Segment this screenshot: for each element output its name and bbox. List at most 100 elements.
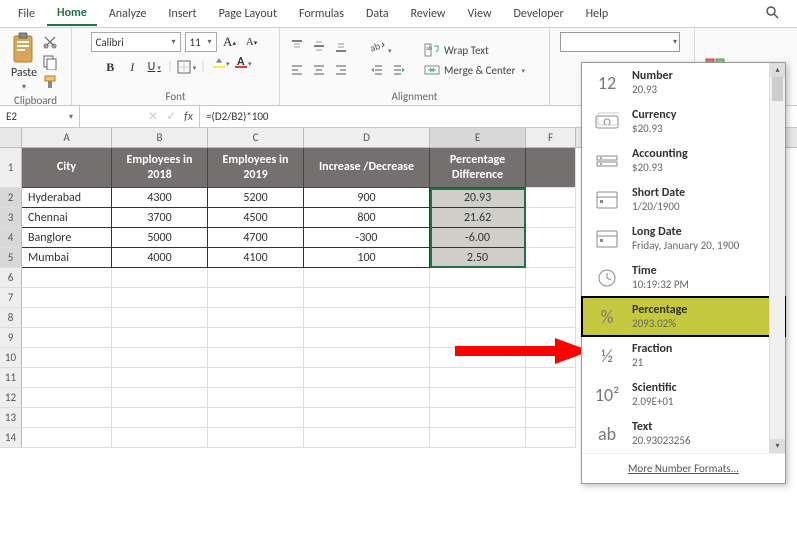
cell-diff[interactable]: -300	[304, 228, 430, 248]
increase-indent-icon[interactable]	[392, 63, 406, 81]
row-header-13[interactable]: 13	[0, 408, 22, 428]
cell-city[interactable]: Banglore	[22, 228, 112, 248]
row-header-9[interactable]: 9	[0, 328, 22, 348]
cell-emp2018[interactable]: 4000	[112, 248, 208, 268]
header-pct[interactable]: Percentage Difference	[430, 148, 526, 188]
col-header-a[interactable]: A	[22, 128, 112, 147]
cell-pct[interactable]: 20.93	[430, 188, 526, 208]
wrap-text-button[interactable]: abWrap Text	[424, 43, 525, 57]
row-header-11[interactable]: 11	[0, 368, 22, 388]
row-header-5[interactable]: 5	[0, 248, 22, 268]
menu-analyze[interactable]: Analyze	[99, 3, 157, 25]
cell-diff[interactable]: 100	[304, 248, 430, 268]
cell-emp2018[interactable]: 4300	[112, 188, 208, 208]
row-header-14[interactable]: 14	[0, 428, 22, 448]
font-color-button[interactable]: A▾	[232, 58, 250, 76]
font-name-select[interactable]: Calibri▾	[91, 32, 181, 52]
col-header-c[interactable]: C	[208, 128, 304, 147]
menu-insert[interactable]: Insert	[158, 3, 206, 25]
number-format-currency[interactable]: Currency$20.93	[582, 102, 785, 141]
cell-emp2019[interactable]: 4500	[208, 208, 304, 228]
menu-page-layout[interactable]: Page Layout	[209, 3, 287, 25]
cell-emp2019[interactable]: 4100	[208, 248, 304, 268]
number-format-number[interactable]: 12Number20.93	[582, 63, 785, 102]
format-painter-icon[interactable]	[42, 74, 58, 90]
row-header-2[interactable]: 2	[0, 188, 22, 208]
menu-view[interactable]: View	[457, 3, 501, 25]
row-header-6[interactable]: 6	[0, 268, 22, 288]
number-format-select[interactable]: ▾	[560, 32, 680, 52]
row-header-12[interactable]: 12	[0, 388, 22, 408]
align-left-icon[interactable]	[290, 63, 304, 81]
cell-emp2018[interactable]: 5000	[112, 228, 208, 248]
fill-color-button[interactable]: ▾	[210, 58, 228, 76]
cell-pct[interactable]: 2.50	[430, 248, 526, 268]
menu-review[interactable]: Review	[401, 3, 456, 25]
number-format-fraction[interactable]: ½Fraction21	[582, 336, 785, 375]
decrease-font-icon[interactable]: A▾	[243, 33, 261, 51]
col-header-d[interactable]: D	[304, 128, 430, 147]
row-header-8[interactable]: 8	[0, 308, 22, 328]
align-right-icon[interactable]	[334, 63, 348, 81]
decrease-indent-icon[interactable]	[370, 63, 384, 81]
header-city[interactable]: City	[22, 148, 112, 188]
col-header-f[interactable]: F	[526, 128, 576, 147]
cut-icon[interactable]	[42, 34, 58, 50]
paste-button[interactable]: Paste ▾	[10, 32, 38, 92]
number-format-long-date[interactable]: Long DateFriday, January 20, 1900	[582, 219, 785, 258]
name-box[interactable]: E2▾	[0, 106, 80, 127]
col-header-b[interactable]: B	[112, 128, 208, 147]
cell-city[interactable]: Hyderabad	[22, 188, 112, 208]
menu-formulas[interactable]: Formulas	[289, 3, 354, 25]
orientation-button[interactable]: ab▾	[370, 39, 392, 57]
row-header-3[interactable]: 3	[0, 208, 22, 228]
menu-data[interactable]: Data	[356, 3, 399, 25]
cell-pct[interactable]: 21.62	[430, 208, 526, 228]
row-header-1[interactable]: 1	[0, 148, 22, 188]
more-number-formats[interactable]: More Number Formats...	[582, 453, 785, 483]
align-bottom-icon[interactable]	[334, 39, 348, 57]
italic-button[interactable]: I	[123, 58, 141, 76]
cell-city[interactable]: Mumbai	[22, 248, 112, 268]
number-format-short-date[interactable]: Short Date1/20/1900	[582, 180, 785, 219]
cell-emp2018[interactable]: 3700	[112, 208, 208, 228]
fx-icon[interactable]: fx	[184, 110, 193, 124]
cell-pct[interactable]: -6.00	[430, 228, 526, 248]
copy-icon[interactable]	[42, 54, 58, 70]
number-format-time[interactable]: Time10:19:32 PM	[582, 258, 785, 297]
col-header-e[interactable]: E	[430, 128, 526, 147]
cell-diff[interactable]: 900	[304, 188, 430, 208]
number-format-percentage[interactable]: %Percentage2093.02%	[582, 297, 785, 336]
cell-city[interactable]: Chennai	[22, 208, 112, 228]
row-header-10[interactable]: 10	[0, 348, 22, 368]
search-icon[interactable]	[755, 1, 789, 27]
increase-font-icon[interactable]: A▴	[221, 33, 239, 51]
select-all-corner[interactable]	[0, 128, 22, 147]
header-emp2018[interactable]: Employees in 2018	[112, 148, 208, 188]
enter-formula-icon[interactable]: ✓	[166, 109, 176, 124]
cell-emp2019[interactable]: 4700	[208, 228, 304, 248]
bold-button[interactable]: B	[101, 58, 119, 76]
cell-emp2019[interactable]: 5200	[208, 188, 304, 208]
menu-file[interactable]: File	[8, 3, 45, 25]
menu-developer[interactable]: Developer	[504, 3, 574, 25]
align-center-icon[interactable]	[312, 63, 326, 81]
border-button[interactable]: ▾	[177, 58, 197, 76]
font-size-select[interactable]: 11▾	[185, 32, 217, 52]
merge-center-button[interactable]: Merge & Center▾	[424, 63, 525, 77]
align-top-icon[interactable]	[290, 39, 304, 57]
underline-button[interactable]: U▾	[145, 58, 163, 76]
align-middle-icon[interactable]	[312, 39, 326, 57]
header-emp2019[interactable]: Employees in 2019	[208, 148, 304, 188]
menu-help[interactable]: Help	[576, 3, 619, 25]
number-format-text[interactable]: abText20.93023256	[582, 414, 785, 453]
number-format-scientific[interactable]: 10²Scientific2.09E+01	[582, 375, 785, 414]
number-format-accounting[interactable]: Accounting$20.93	[582, 141, 785, 180]
row-header-7[interactable]: 7	[0, 288, 22, 308]
cell-diff[interactable]: 800	[304, 208, 430, 228]
menu-home[interactable]: Home	[47, 2, 97, 26]
row-header-4[interactable]: 4	[0, 228, 22, 248]
dropdown-scrollbar[interactable]: ▴ ▾	[769, 63, 785, 453]
header-diff[interactable]: Increase /Decrease	[304, 148, 430, 188]
cancel-formula-icon[interactable]: ✕	[148, 109, 158, 124]
